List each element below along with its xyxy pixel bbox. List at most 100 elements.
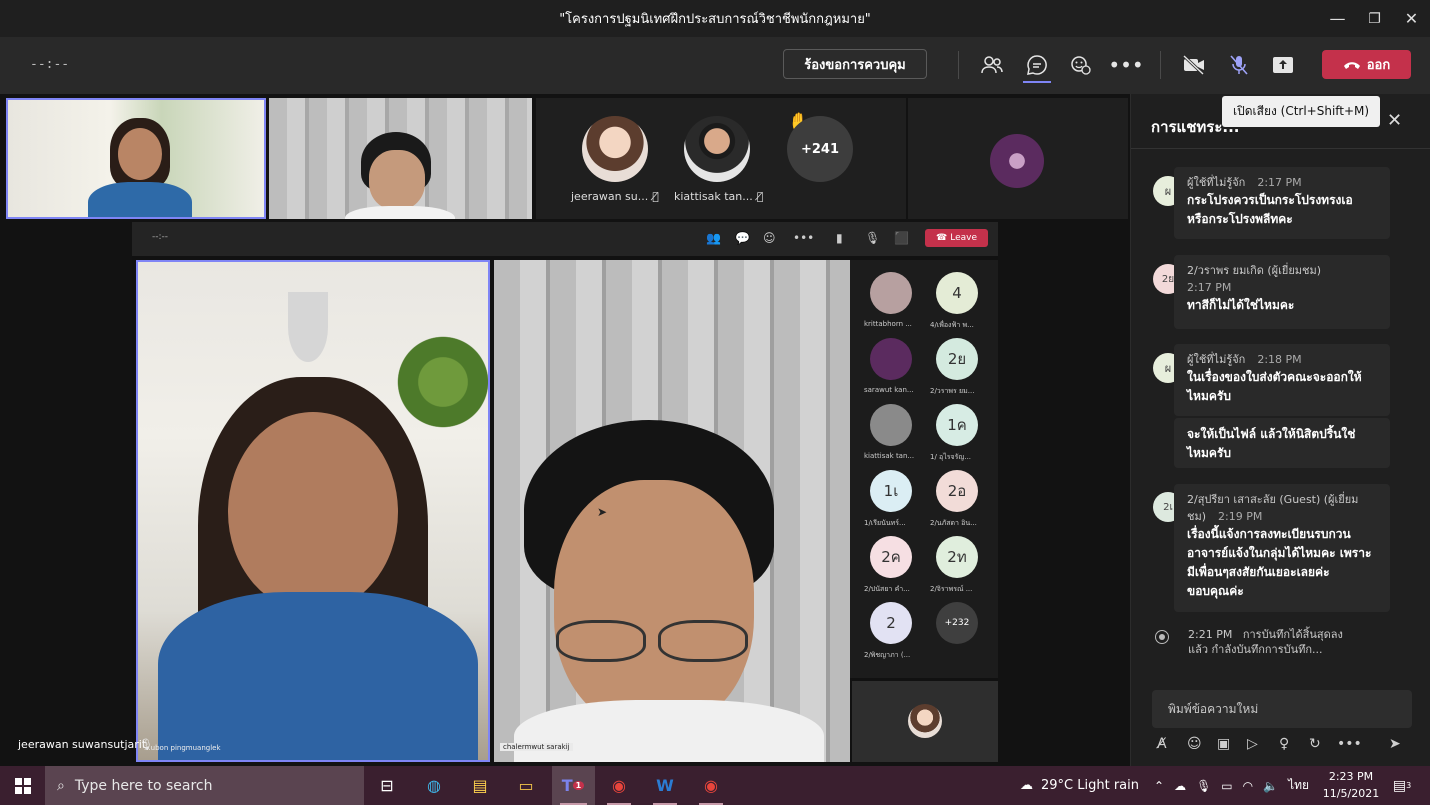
roster-avatar bbox=[870, 404, 912, 446]
roster-avatar: 1เ bbox=[870, 470, 912, 512]
more-participants-button[interactable]: +241 bbox=[787, 116, 853, 182]
taskbar-clock[interactable]: 2:23 PM 11/5/2021 bbox=[1322, 768, 1380, 802]
chat-icon: 💬 bbox=[735, 231, 750, 245]
message-text: จะให้เป็นไฟล์ แล้วให้นิสิตปริ้นใช่ bbox=[1187, 427, 1356, 441]
chrome-profile-icon[interactable]: ◉ bbox=[696, 766, 726, 805]
shared-toolbar: --:-- 👥 💬 ☺ ••• ▮ 🎙 ⬛ ☎ Leave bbox=[132, 222, 998, 256]
roster-name: 2/พิชญาภา (... bbox=[864, 651, 911, 659]
search-placeholder: Type here to search bbox=[74, 777, 213, 794]
leave-meeting-button[interactable]: ออก bbox=[1322, 50, 1411, 79]
clock-date: 11/5/2021 bbox=[1322, 787, 1380, 800]
close-chat-icon[interactable]: ✕ bbox=[1387, 110, 1402, 131]
praise-icon[interactable]: ♀ bbox=[1279, 736, 1289, 752]
participant-avatar[interactable] bbox=[582, 116, 648, 182]
task-view-icon[interactable]: ⊟ bbox=[372, 766, 402, 805]
message-text: ไหมครับ bbox=[1187, 446, 1231, 460]
word-icon[interactable]: W bbox=[650, 766, 680, 805]
roster-avatar: 4 bbox=[936, 272, 978, 314]
chat-message[interactable]: ผู้ใช้ที่ไม่รู้จัก 2:18 PM ในเรื่องของใบส… bbox=[1174, 344, 1390, 416]
clock-time: 2:23 PM bbox=[1328, 770, 1374, 783]
gif-icon[interactable]: ▣ bbox=[1217, 736, 1230, 752]
format-icon[interactable]: A̸ bbox=[1157, 736, 1167, 752]
microphone-icon[interactable]: 🎙 bbox=[1196, 779, 1211, 793]
chat-icon[interactable] bbox=[1022, 50, 1052, 80]
close-window-button[interactable]: ✕ bbox=[1393, 0, 1430, 37]
chat-message[interactable]: ผู้ใช้ที่ไม่รู้จัก 2:17 PM กระโปรงควรเป็น… bbox=[1174, 167, 1390, 239]
participant-video-tile[interactable] bbox=[908, 98, 1128, 219]
request-control-button[interactable]: ร้องขอการควบคุม bbox=[783, 49, 927, 79]
file-explorer-icon[interactable]: ▭ bbox=[511, 766, 541, 805]
message-text: อาจารย์แจ้งในกลุ่มได้ไหมคะ เพราะ bbox=[1187, 546, 1372, 560]
share-screen-icon: ⬛ bbox=[894, 231, 909, 245]
message-text: กระโปรงควรเป็นกระโปรงทรงเอ bbox=[1187, 193, 1353, 207]
message-text: ในเรื่องของใบส่งตัวคณะจะออกให้ bbox=[1187, 370, 1362, 384]
microphone-off-icon[interactable] bbox=[1224, 50, 1254, 80]
participant-video-tile[interactable] bbox=[269, 98, 532, 219]
edge-browser-icon[interactable]: ◍ bbox=[419, 766, 449, 805]
chat-active-indicator bbox=[1023, 81, 1051, 83]
phone-hangup-icon bbox=[1343, 61, 1360, 69]
send-icon[interactable]: ➤ bbox=[1389, 736, 1401, 752]
weather-widget[interactable]: ☁ 29°C Light rain bbox=[1020, 766, 1139, 805]
person-shirt bbox=[345, 206, 455, 219]
participants-icon[interactable] bbox=[977, 50, 1007, 80]
participant-video-tile[interactable] bbox=[6, 98, 266, 219]
window-controls: — ❐ ✕ bbox=[1319, 0, 1430, 37]
emoji-icon[interactable]: ☺ bbox=[1187, 736, 1202, 752]
roster-avatar: 2ย bbox=[936, 338, 978, 380]
video-name-label: ...ubon pingmuanglek bbox=[144, 744, 221, 752]
chat-header-divider bbox=[1131, 148, 1430, 149]
roster-avatar: 1ค bbox=[936, 404, 978, 446]
chat-panel: การแชทระ... ✕ ผ ผู้ใช้ที่ไม่รู้จัก 2:17 P… bbox=[1130, 94, 1430, 766]
loop-icon[interactable]: ↻ bbox=[1309, 736, 1321, 752]
message-text: มีเพื่อนๆสงสัยกันเยอะเลยค่ะ bbox=[1187, 565, 1330, 579]
message-text: หรือกระโปรงพลีทคะ bbox=[1187, 212, 1293, 226]
teams-icon[interactable]: T1 bbox=[558, 766, 588, 805]
sticker-icon[interactable]: ▷ bbox=[1247, 736, 1258, 752]
weather-cloud-icon: ☁ bbox=[1020, 778, 1033, 793]
store-icon[interactable]: ▤ bbox=[465, 766, 495, 805]
battery-icon[interactable]: ▭ bbox=[1221, 779, 1232, 793]
language-indicator[interactable]: ไทย bbox=[1288, 776, 1309, 795]
minimize-button[interactable]: — bbox=[1319, 0, 1356, 37]
camera-off-icon: ▮ bbox=[836, 231, 843, 245]
chat-message[interactable]: 2/สุปรียา เสาสะลัย (Guest) (ผู้เยี่ยม ชม… bbox=[1174, 484, 1390, 612]
notification-center-icon[interactable]: ▤ 3 bbox=[1390, 766, 1414, 805]
sender-name: ผู้ใช้ที่ไม่รู้จัก bbox=[1187, 176, 1246, 189]
roster-avatar: 2อ bbox=[936, 470, 978, 512]
compose-message-input[interactable]: พิมพ์ข้อความใหม่ bbox=[1152, 690, 1412, 728]
volume-icon[interactable]: 🔈 bbox=[1263, 779, 1278, 793]
shared-roster: krittabhorn ... 4 4/เพื่องฟ้า พ... saraw… bbox=[850, 260, 998, 678]
onedrive-icon[interactable]: ☁ bbox=[1174, 779, 1186, 793]
chevron-up-icon[interactable]: ⌃ bbox=[1154, 779, 1164, 793]
participant-avatar[interactable] bbox=[684, 116, 750, 182]
sender-name: 2/สุปรียา เสาสะลัย (Guest) (ผู้เยี่ยม bbox=[1187, 493, 1359, 506]
speaker-name-label: jeerawan suwansutjarit bbox=[18, 738, 147, 751]
person-shirt bbox=[158, 592, 478, 760]
share-screen-icon[interactable] bbox=[1268, 50, 1298, 80]
chat-message[interactable]: จะให้เป็นไฟล์ แล้วให้นิสิตปริ้นใช่ ไหมคร… bbox=[1174, 418, 1390, 468]
reactions-icon[interactable] bbox=[1066, 50, 1096, 80]
person-face bbox=[118, 128, 162, 180]
reactions-icon: ☺ bbox=[763, 231, 776, 245]
mic-off-icon: 🎙̸ bbox=[652, 190, 659, 203]
more-options-icon[interactable]: ••• bbox=[1108, 50, 1143, 80]
camera-off-icon[interactable] bbox=[1179, 50, 1209, 80]
chat-message[interactable]: 2/วราพร ยมเกิด (ผู้เยี่ยมชม) 2:17 PM ทาส… bbox=[1174, 255, 1390, 329]
wifi-icon[interactable]: ◠ bbox=[1243, 779, 1253, 793]
lamp-shape bbox=[288, 292, 328, 362]
shared-self-tile bbox=[852, 681, 998, 762]
weather-text: 29°C Light rain bbox=[1041, 778, 1139, 793]
chrome-icon[interactable]: ◉ bbox=[604, 766, 634, 805]
roster-avatar: 2ค bbox=[870, 536, 912, 578]
faculty-logo-avatar bbox=[990, 134, 1044, 188]
more-actions-icon[interactable]: ••• bbox=[1337, 736, 1362, 752]
mouse-cursor: ➤ bbox=[597, 505, 608, 519]
shared-video-left: ...ubon pingmuanglek bbox=[136, 260, 490, 762]
phone-hangup-icon: ☎ bbox=[936, 233, 948, 243]
maximize-button[interactable]: ❐ bbox=[1356, 0, 1393, 37]
video-name-label: chalermwut sarakij bbox=[500, 743, 573, 751]
roster-name: krittabhorn ... bbox=[864, 320, 912, 328]
taskbar-search-box[interactable]: ⌕ Type here to search bbox=[45, 766, 364, 805]
windows-start-icon[interactable] bbox=[8, 766, 38, 805]
